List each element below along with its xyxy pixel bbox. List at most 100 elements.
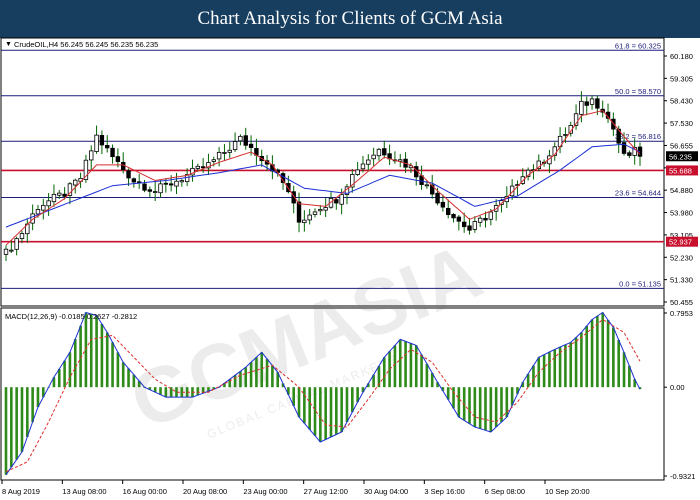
candle-down: [446, 207, 451, 216]
macd-bar: [473, 387, 477, 428]
candle-down: [467, 225, 472, 231]
watermark-text: GCMASIA: [118, 226, 492, 446]
candle-down: [147, 189, 153, 192]
candle-up: [371, 154, 376, 160]
time-axis: 8 Aug 2019 13 Aug 08:00 16 Aug 00:00 20 Aug…: [1, 480, 590, 496]
macd-bar: [596, 315, 599, 388]
fib-label: 61.8 = 60.325: [615, 41, 661, 50]
macd-bar: [340, 387, 343, 432]
macd-bar: [542, 354, 546, 388]
macd-bar: [505, 387, 509, 418]
sr-price-tag: 55.688: [669, 166, 692, 175]
candle-up: [89, 150, 94, 161]
candle-up: [94, 134, 99, 152]
candle-down: [110, 147, 115, 158]
macd-bar: [324, 387, 327, 440]
macd-bar: [26, 387, 29, 437]
macd-bar: [622, 352, 626, 388]
macd-bar: [121, 362, 125, 388]
candle-down: [456, 216, 462, 222]
candle-up: [57, 192, 62, 196]
candle-up: [424, 184, 430, 187]
price-tick-label: 51.330: [670, 276, 693, 285]
macd-bar: [478, 387, 482, 429]
time-tick-label: 10 Sep 20:00: [545, 487, 590, 496]
candle-up: [211, 159, 216, 162]
candle-down: [163, 182, 169, 185]
macd-bar: [89, 314, 93, 388]
sr-price-tag: 52.937: [669, 238, 692, 247]
candle-down: [483, 217, 488, 221]
macd-bar: [10, 387, 13, 468]
macd-bar: [319, 387, 322, 442]
time-tick-label: 13 Aug 08:00: [62, 487, 106, 496]
macd-bar: [484, 387, 487, 431]
macd-bar: [116, 352, 120, 388]
candle-up: [376, 148, 382, 157]
candle-up: [488, 211, 494, 220]
macd-bar: [105, 332, 109, 388]
candle-up: [318, 208, 323, 212]
macd-bar: [73, 339, 77, 388]
candle-up: [472, 221, 478, 230]
price-tick-label: 60.180: [670, 52, 693, 61]
candle-up: [360, 163, 366, 170]
macd-bar: [95, 315, 98, 388]
macd-bar: [271, 365, 274, 388]
candle-down: [584, 101, 589, 106]
candle-up: [323, 207, 328, 211]
macd-bar: [553, 349, 557, 388]
macd-bar: [580, 332, 583, 388]
time-tick-label: 27 Aug 12:00: [304, 487, 348, 496]
macd-axis: 0.7953 0.00 -0.9321: [664, 309, 695, 481]
macd-bar: [452, 387, 455, 409]
candle-up: [179, 180, 185, 183]
macd-title: MACD(12,26,9) -0.0185 0.2627 -0.2812: [5, 312, 137, 321]
candle-up: [227, 149, 232, 153]
macd-bar: [265, 358, 269, 388]
candle-down: [115, 156, 121, 162]
macd-bar: [382, 357, 386, 388]
macd-bar: [111, 342, 114, 388]
price-tick-label: 50.455: [670, 298, 693, 307]
candle-up: [307, 214, 312, 221]
fib-label: 50.0 = 58.570: [615, 87, 661, 96]
macd-bar: [414, 345, 418, 388]
candle-up: [152, 191, 158, 193]
candle-down: [595, 98, 600, 109]
chart-title-icon: ▼: [5, 41, 12, 48]
time-tick-label: 8 Aug 2019: [2, 487, 40, 496]
candle-down: [440, 201, 446, 208]
candle-up: [302, 219, 307, 223]
candle-down: [296, 201, 302, 223]
macd-bar: [404, 341, 407, 388]
macd-bar: [345, 387, 349, 423]
candle-up: [174, 180, 179, 187]
candle-down: [451, 214, 456, 219]
candlesticks: [3, 91, 643, 261]
fib-label: 0.0 = 51.135: [619, 279, 661, 288]
macd-bar: [260, 352, 264, 388]
macd-bar: [574, 337, 578, 388]
macd-bar: [127, 368, 130, 388]
candle-up: [563, 134, 568, 136]
macd-bar: [31, 387, 34, 423]
fib-label: 23.6 = 54.644: [615, 188, 661, 197]
candle-up: [19, 233, 25, 239]
macd-bar: [233, 375, 237, 388]
macd-bar: [617, 339, 620, 388]
macd-bar: [489, 387, 493, 432]
candle-up: [232, 141, 238, 151]
candle-down: [435, 192, 440, 204]
price-tick-label: 54.880: [670, 186, 693, 195]
macd-bar: [329, 387, 333, 437]
price-tick-label: 53.980: [670, 209, 693, 218]
macd-bar: [468, 387, 471, 424]
candle-down: [105, 145, 110, 149]
ma-fast-line: [5, 109, 641, 246]
candle-up: [73, 179, 78, 186]
macd-bar: [590, 319, 594, 388]
candle-up: [355, 169, 360, 175]
macd-bar: [612, 327, 615, 388]
candle-up: [339, 194, 344, 205]
